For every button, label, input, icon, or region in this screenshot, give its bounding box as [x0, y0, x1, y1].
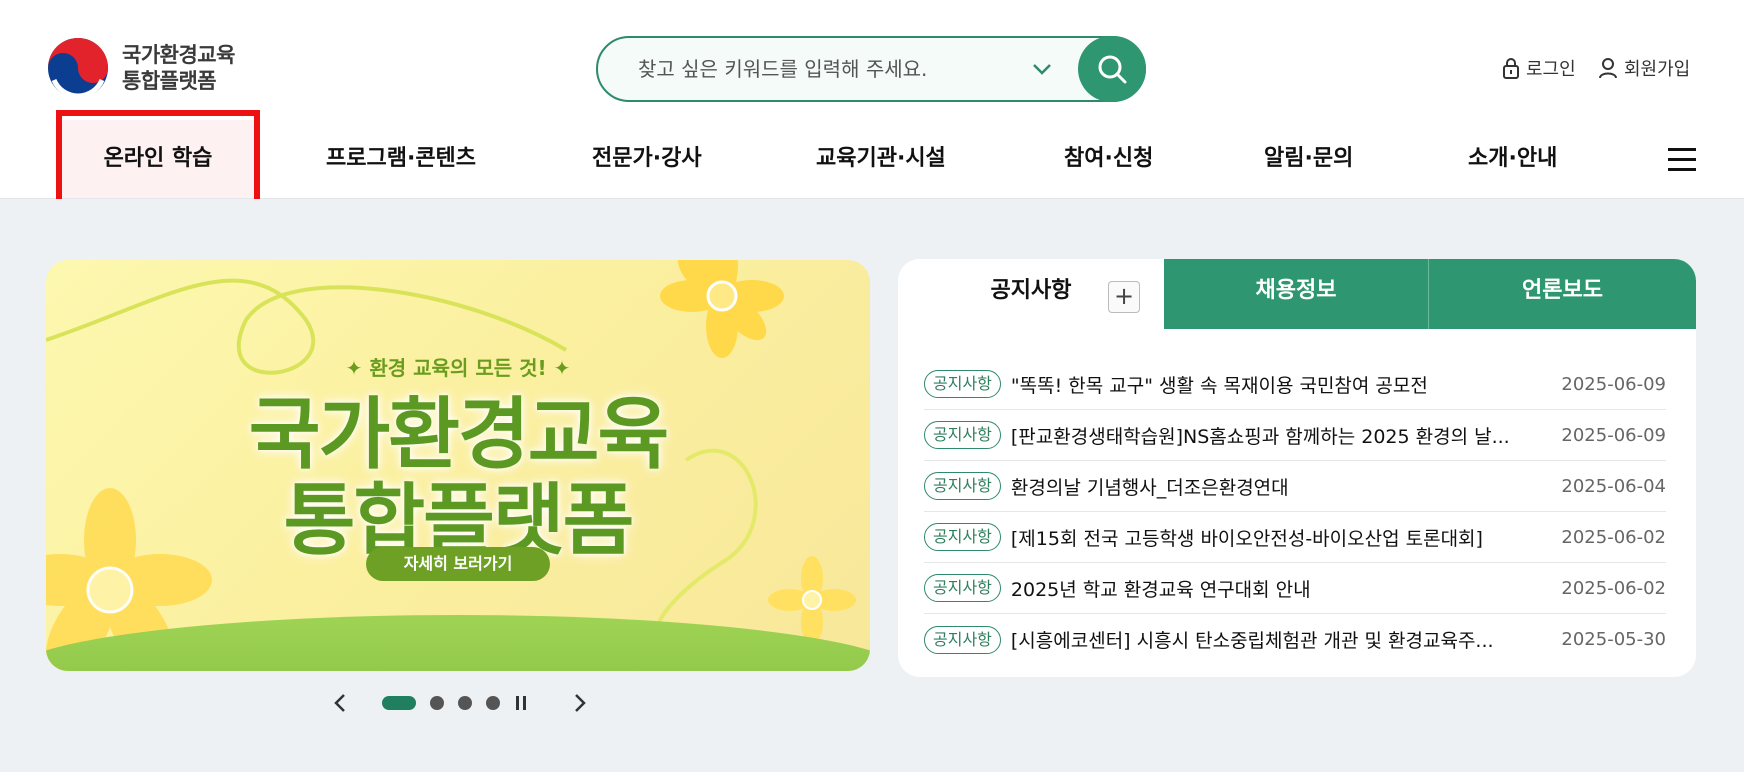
list-item[interactable]: 공지사항 2025년 학교 환경교육 연구대회 안내 2025-06-02 [924, 563, 1666, 614]
slide-dot-2[interactable] [430, 696, 444, 710]
nav-item-notice-inquiry[interactable]: 알림·문의 [1264, 120, 1353, 198]
notice-title[interactable]: [제15회 전국 고등학생 바이오안전성-바이오산업 토론대회] [1011, 524, 1562, 551]
logo-line2: 통합플랫폼 [122, 69, 217, 93]
list-item[interactable]: 공지사항 [시흥에코센터] 시흥시 탄소중립체험관 개관 및 환경교육주... … [924, 614, 1666, 665]
search-bar [596, 36, 1146, 102]
site-logo[interactable]: 국가환경교육 통합플랫폼 [46, 36, 235, 100]
user-icon [1599, 58, 1617, 79]
main-nav: 온라인 학습 프로그램·콘텐츠 전문가·강사 교육기관·시설 참여·신청 알림·… [0, 120, 1744, 198]
notice-date: 2025-06-02 [1561, 526, 1666, 548]
site-header: 국가환경교육 통합플랫폼 로그인 회원가입 온라인 학습 [0, 0, 1744, 199]
logo-line1: 국가환경교육 [122, 43, 235, 67]
slide-dot-4[interactable] [486, 696, 500, 710]
tab-recruitment[interactable]: 채용정보 [1164, 259, 1429, 329]
board-tabs: 공지사항 + 채용정보 언론보도 [898, 259, 1696, 329]
nav-item-institutions[interactable]: 교육기관·시설 [816, 120, 946, 198]
list-item[interactable]: 공지사항 환경의날 기념행사_더조은환경연대 2025-06-04 [924, 461, 1666, 512]
notice-title[interactable]: 환경의날 기념행사_더조은환경연대 [1011, 473, 1562, 500]
notice-badge: 공지사항 [924, 574, 1001, 602]
login-label: 로그인 [1526, 59, 1576, 80]
notice-date: 2025-06-09 [1561, 424, 1666, 446]
list-item[interactable]: 공지사항 [제15회 전국 고등학생 바이오안전성-바이오산업 토론대회] 20… [924, 512, 1666, 563]
taegeuk-logo-icon [48, 38, 108, 99]
notice-badge: 공지사항 [924, 421, 1001, 449]
notice-badge: 공지사항 [924, 472, 1001, 500]
more-plus-icon[interactable]: + [1108, 281, 1140, 313]
tab-notice-label: 공지사항 [990, 278, 1072, 303]
notice-board: 공지사항 + 채용정보 언론보도 공지사항 "똑똑! 한목 교구" 생활 속 목… [898, 259, 1696, 677]
slide-dot-1[interactable] [382, 696, 416, 710]
notice-title[interactable]: 2025년 학교 환경교육 연구대회 안내 [1011, 575, 1562, 602]
notice-title[interactable]: [시흥에코센터] 시흥시 탄소중립체험관 개관 및 환경교육주... [1011, 626, 1562, 653]
join-link[interactable]: 회원가입 [1598, 55, 1690, 81]
notice-badge: 공지사항 [924, 523, 1001, 551]
notice-date: 2025-06-09 [1561, 373, 1666, 395]
notice-date: 2025-06-02 [1561, 577, 1666, 599]
search-button[interactable] [1078, 36, 1146, 102]
pause-icon[interactable] [514, 694, 528, 712]
hamburger-menu-icon[interactable] [1668, 148, 1696, 172]
chevron-right-icon[interactable] [570, 691, 590, 715]
notice-badge: 공지사항 [924, 370, 1001, 398]
join-label: 회원가입 [1624, 59, 1691, 80]
banner-detail-button[interactable]: 자세히 보러가기 [366, 547, 550, 581]
nav-item-about[interactable]: 소개·안내 [1468, 120, 1557, 198]
nav-item-experts[interactable]: 전문가·강사 [592, 120, 702, 198]
list-item[interactable]: 공지사항 "똑똑! 한목 교구" 생활 속 목재이용 국민참여 공모전 2025… [924, 359, 1666, 410]
notice-title[interactable]: "똑똑! 한목 교구" 생활 속 목재이용 국민참여 공모전 [1011, 371, 1562, 398]
nav-item-participation[interactable]: 참여·신청 [1064, 120, 1153, 198]
chevron-down-icon[interactable] [1028, 55, 1056, 83]
nav-item-programs[interactable]: 프로그램·콘텐츠 [326, 120, 476, 198]
tab-press[interactable]: 언론보도 [1429, 259, 1696, 329]
slider-controls [330, 688, 590, 718]
notice-badge: 공지사항 [924, 625, 1001, 654]
slide-dot-3[interactable] [458, 696, 472, 710]
notice-title[interactable]: [판교환경생태학습원]NS홈쇼핑과 함께하는 2025 환경의 날... [1011, 422, 1562, 449]
list-item[interactable]: 공지사항 [판교환경생태학습원]NS홈쇼핑과 함께하는 2025 환경의 날..… [924, 410, 1666, 461]
search-input[interactable] [638, 38, 1018, 100]
notice-list: 공지사항 "똑똑! 한목 교구" 생활 속 목재이용 국민참여 공모전 2025… [924, 359, 1666, 665]
search-icon [1098, 55, 1127, 84]
notice-date: 2025-05-30 [1561, 629, 1666, 650]
login-link[interactable]: 로그인 [1502, 55, 1576, 81]
chevron-left-icon[interactable] [330, 691, 350, 715]
lock-icon [1503, 58, 1519, 79]
notice-date: 2025-06-04 [1561, 475, 1666, 497]
